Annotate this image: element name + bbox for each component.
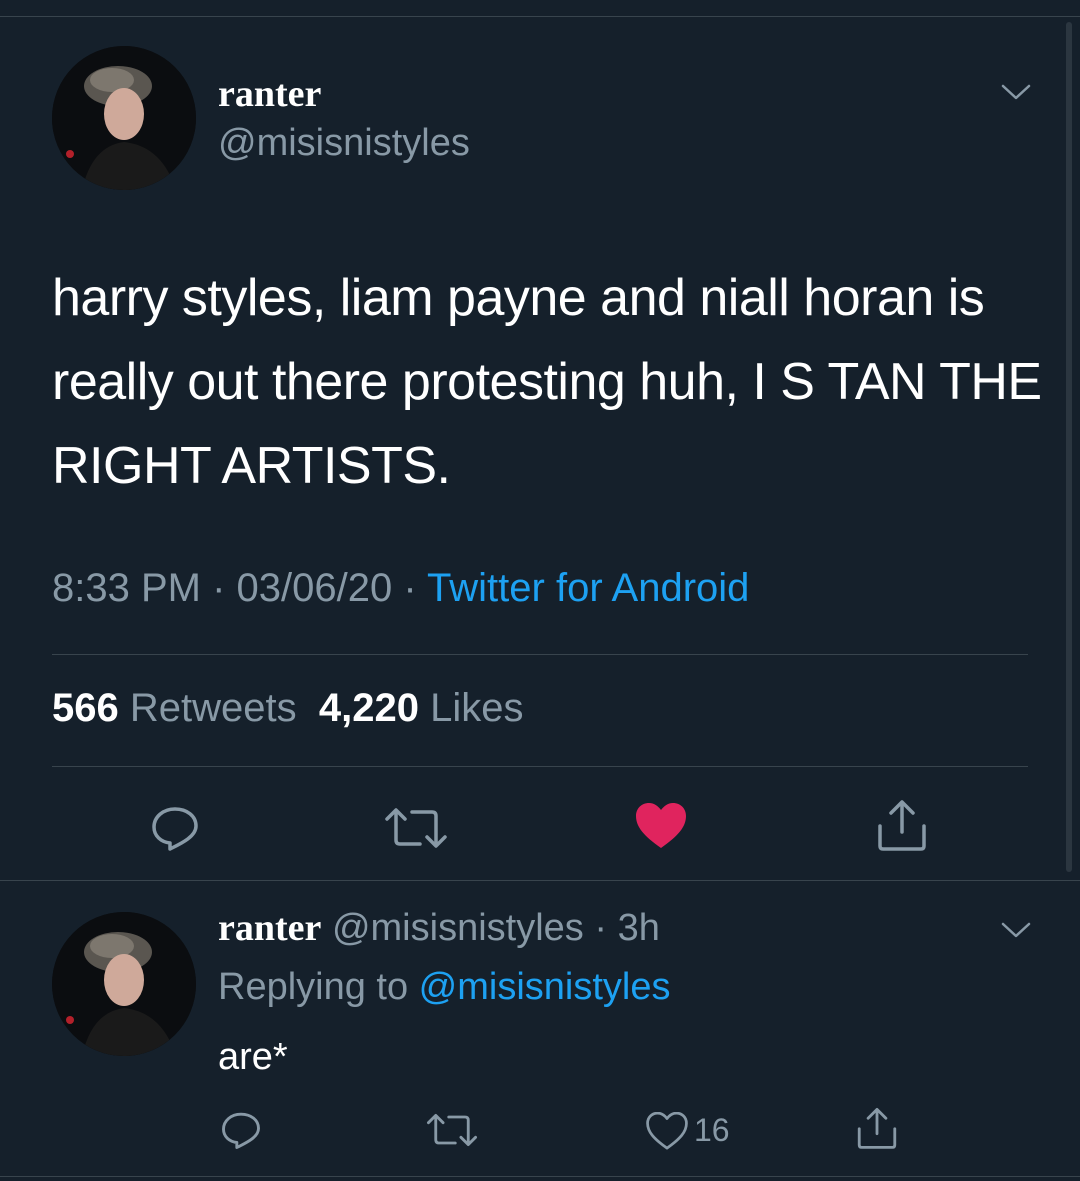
separator: · — [583, 907, 618, 949]
tweet-text: harry styles, liam payne and niall horan… — [52, 269, 1042, 495]
replying-prefix: Replying to — [218, 966, 419, 1008]
chevron-down-icon[interactable] — [1000, 920, 1032, 940]
retweets-label: Retweets — [129, 686, 297, 730]
tweet-separator — [0, 880, 1080, 881]
retweets-stat[interactable]: 566 Retweets — [52, 686, 297, 730]
separator: · — [392, 566, 428, 610]
reply-author-name[interactable]: ranter — [218, 907, 321, 949]
avatar[interactable] — [52, 912, 196, 1056]
reply-age[interactable]: 3h — [618, 907, 660, 949]
chevron-down-icon[interactable] — [1000, 82, 1032, 102]
replying-to: Replying to @misisnistyles — [218, 966, 671, 1009]
reply-icon[interactable] — [220, 1110, 262, 1150]
retweet-icon[interactable] — [384, 806, 448, 850]
likes-label: Likes — [430, 686, 524, 730]
author-name[interactable]: ranter — [218, 72, 321, 116]
heart-outline-icon[interactable] — [646, 1112, 688, 1150]
reply-text: are* — [218, 1036, 288, 1078]
top-divider — [0, 16, 1080, 17]
tweet-time: 8:33 PM — [52, 566, 201, 610]
heart-filled-icon[interactable] — [634, 802, 688, 850]
scrollbar[interactable] — [1066, 22, 1072, 872]
reply-header: ranter @misisnistyles · 3h — [218, 906, 660, 950]
bottom-divider — [0, 1176, 1080, 1177]
divider — [52, 654, 1028, 655]
likes-count: 4,220 — [318, 686, 419, 730]
tweet-meta: 8:33 PM · 03/06/20 · Twitter for Android — [52, 566, 749, 611]
divider — [52, 766, 1028, 767]
share-icon[interactable] — [876, 798, 928, 852]
reply-icon[interactable] — [150, 804, 200, 852]
tweet-date: 03/06/20 — [236, 566, 393, 610]
retweets-count: 566 — [52, 686, 119, 730]
separator: · — [200, 566, 237, 610]
reply-author-handle[interactable]: @misisnistyles — [332, 907, 584, 949]
share-icon[interactable] — [856, 1106, 898, 1150]
avatar[interactable] — [52, 46, 196, 190]
author-handle[interactable]: @misisnistyles — [218, 122, 470, 165]
replying-to-link[interactable]: @misisnistyles — [419, 966, 671, 1008]
likes-stat[interactable]: 4,220 Likes — [319, 686, 524, 730]
retweet-icon[interactable] — [426, 1112, 478, 1148]
reply-like-count: 16 — [694, 1112, 730, 1148]
tweet-source-link[interactable]: Twitter for Android — [427, 566, 749, 610]
tweet-stats: 566 Retweets 4,220 Likes — [52, 686, 523, 731]
